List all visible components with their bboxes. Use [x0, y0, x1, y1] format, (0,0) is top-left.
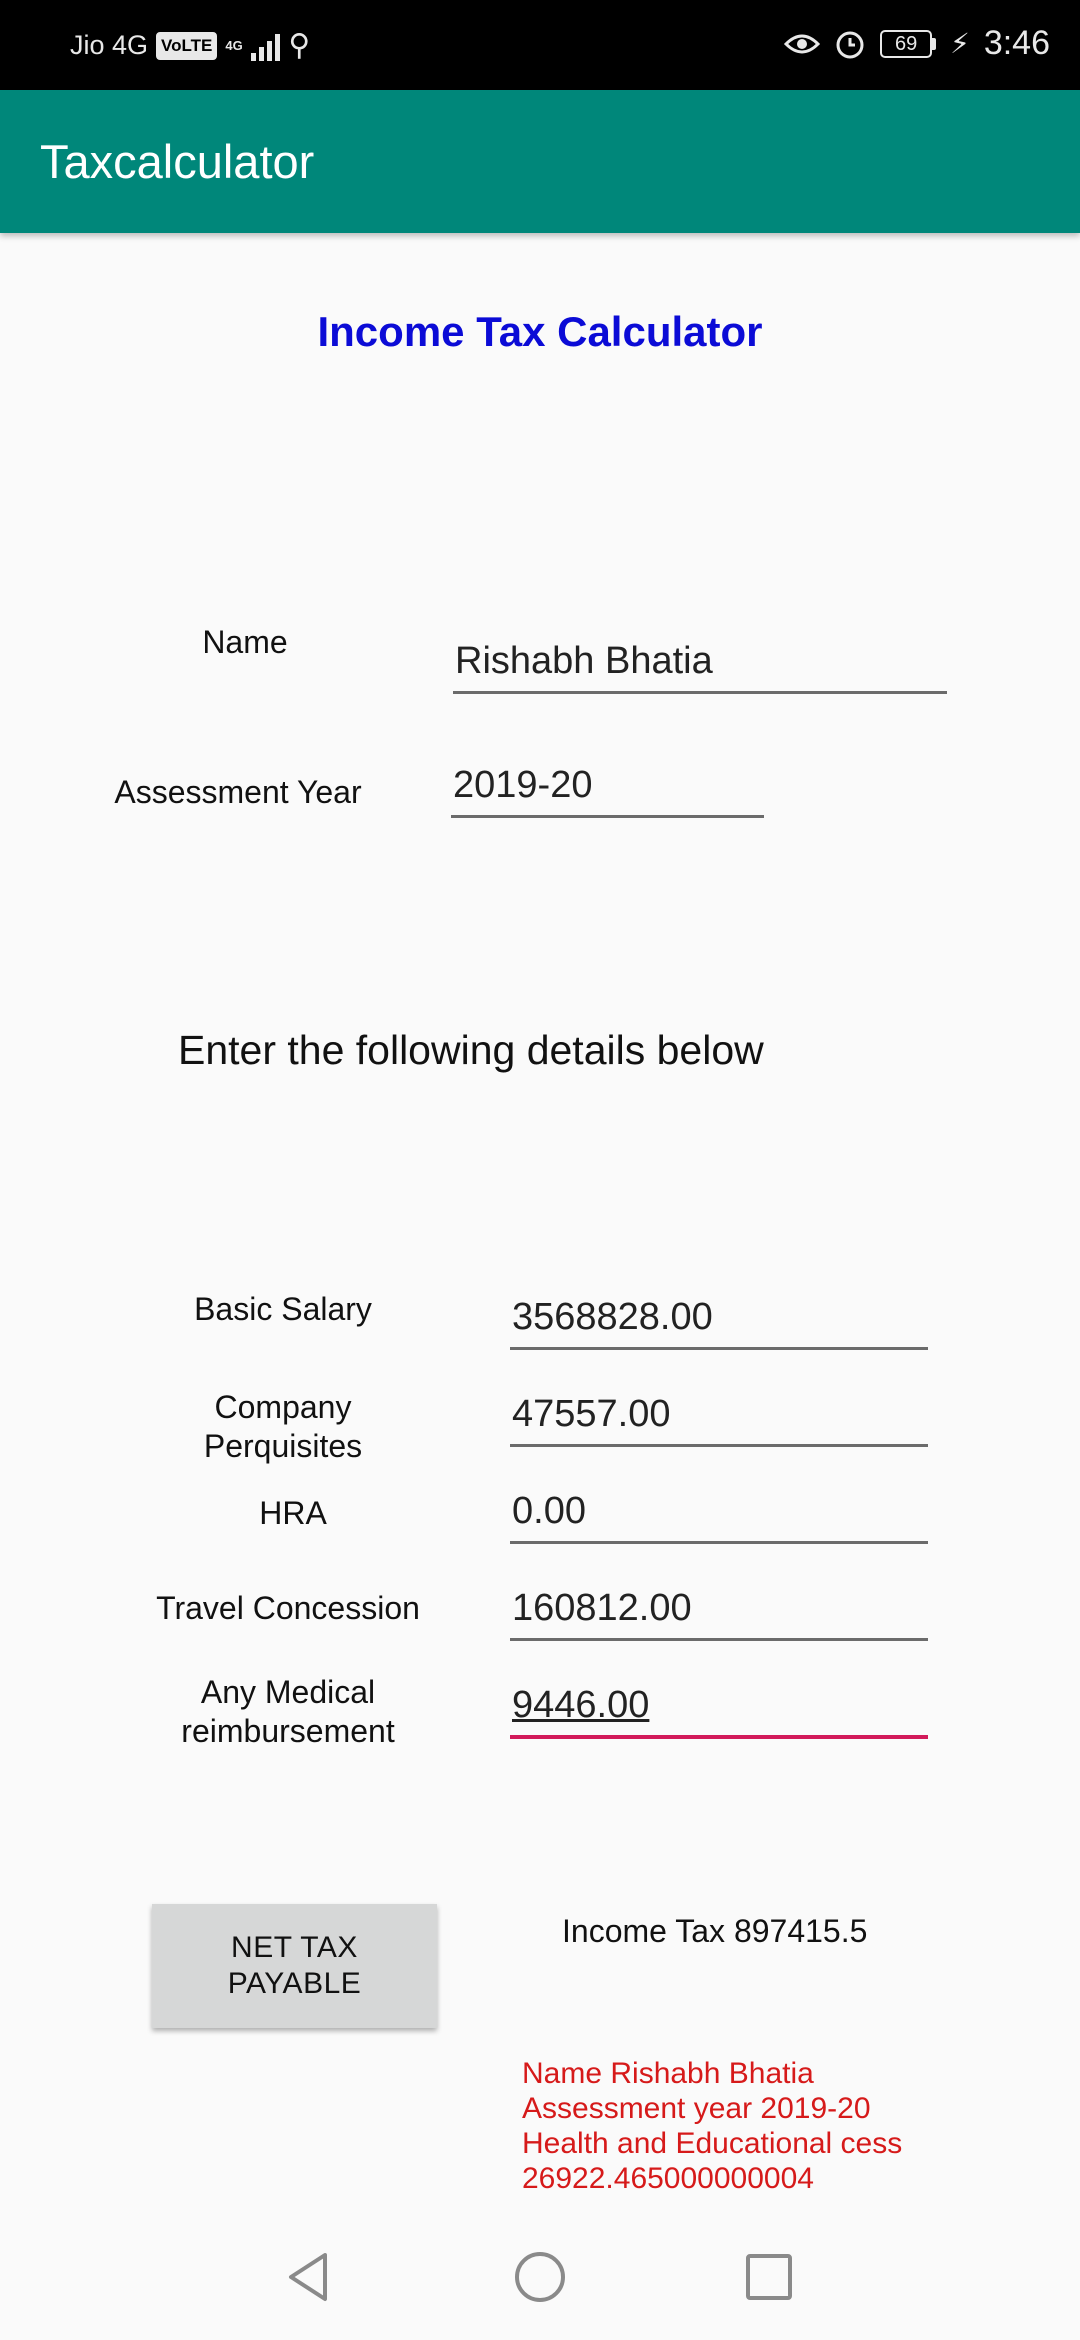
result-cess-value-line: 26922.465000000004 [522, 2162, 814, 2195]
battery-level: 69 [880, 29, 933, 58]
name-label: Name [202, 624, 288, 660]
page-title: Income Tax Calculator [317, 308, 763, 355]
result-name-line: Name Rishabh Bhatia [522, 2057, 814, 2090]
medical-reimbursement-label: Any Medical reimbursement [148, 1673, 428, 1751]
net-tax-payable-line1: NET TAX [231, 1931, 358, 1964]
clock: 3:46 [983, 24, 1050, 62]
income-tax-result: Income Tax 897415.5 [562, 1913, 868, 1949]
assessment-year-field[interactable]: 2019-20 [451, 764, 764, 818]
net-tax-payable-line2: PAYABLE [227, 1967, 362, 2000]
carrier-label: Jio 4G [70, 30, 149, 60]
name-field[interactable]: Rishabh Bhatia [453, 640, 947, 694]
status-bar: Jio 4G VoLTE 4G ⚲ 69 ⚡ 3:46 [0, 0, 1080, 90]
assessment-year-value: 2019-20 [453, 764, 593, 806]
medical-reimbursement-label-line1: Any Medical [200, 1674, 376, 1710]
net-tax-payable-button[interactable]: NET TAX PAYABLE [152, 1904, 437, 2028]
alarm-icon [836, 31, 864, 58]
charging-icon: ⚡ [950, 28, 970, 59]
result-cess-label-line: Health and Educational cess [522, 2127, 903, 2160]
company-perquisites-field[interactable]: 47557.00 [510, 1393, 928, 1447]
result-summary: Name Rishabh Bhatia Assessment year 2019… [522, 2056, 942, 2196]
recents-icon[interactable] [742, 2250, 796, 2304]
company-perquisites-label-line2: Perquisites [203, 1428, 363, 1464]
hra-field[interactable]: 0.00 [510, 1490, 928, 1544]
basic-salary-field[interactable]: 3568828.00 [510, 1296, 928, 1350]
hra-label: HRA [259, 1495, 327, 1531]
result-year-line: Assessment year 2019-20 [522, 2092, 871, 2125]
app-bar: Taxcalculator [0, 90, 1080, 233]
travel-concession-value: 160812.00 [512, 1587, 692, 1629]
medical-reimbursement-label-line2: reimbursement [181, 1713, 395, 1749]
section-heading: Enter the following details below [178, 1027, 764, 1073]
basic-salary-label: Basic Salary [194, 1291, 372, 1327]
travel-concession-field[interactable]: 160812.00 [510, 1587, 928, 1641]
medical-reimbursement-field[interactable]: 9446.00 [510, 1684, 928, 1739]
medical-reimbursement-value: 9446.00 [512, 1684, 650, 1726]
eye-comfort-icon [784, 34, 821, 53]
company-perquisites-label: Company Perquisites [153, 1388, 413, 1466]
basic-salary-value: 3568828.00 [512, 1296, 713, 1338]
volte-badge: VoLTE [156, 31, 218, 60]
home-icon[interactable] [513, 2250, 567, 2304]
signal-icon [251, 31, 281, 61]
status-right: 69 ⚡ 3:46 [784, 24, 1050, 63]
company-perquisites-value: 47557.00 [512, 1393, 671, 1435]
app-title: Taxcalculator [40, 135, 315, 188]
name-value: Rishabh Bhatia [455, 640, 713, 682]
travel-concession-label: Travel Concession [156, 1590, 420, 1626]
back-icon[interactable] [282, 2250, 336, 2304]
hra-value: 0.00 [512, 1490, 586, 1532]
assessment-year-label: Assessment Year [114, 774, 362, 810]
network-type-label: 4G [225, 38, 243, 53]
battery-icon: 69 [880, 29, 937, 58]
usb-icon: ⚲ [288, 29, 311, 62]
status-left: Jio 4G VoLTE 4G ⚲ [70, 28, 310, 63]
company-perquisites-label-line1: Company [214, 1389, 352, 1425]
navigation-bar [0, 2214, 1080, 2340]
